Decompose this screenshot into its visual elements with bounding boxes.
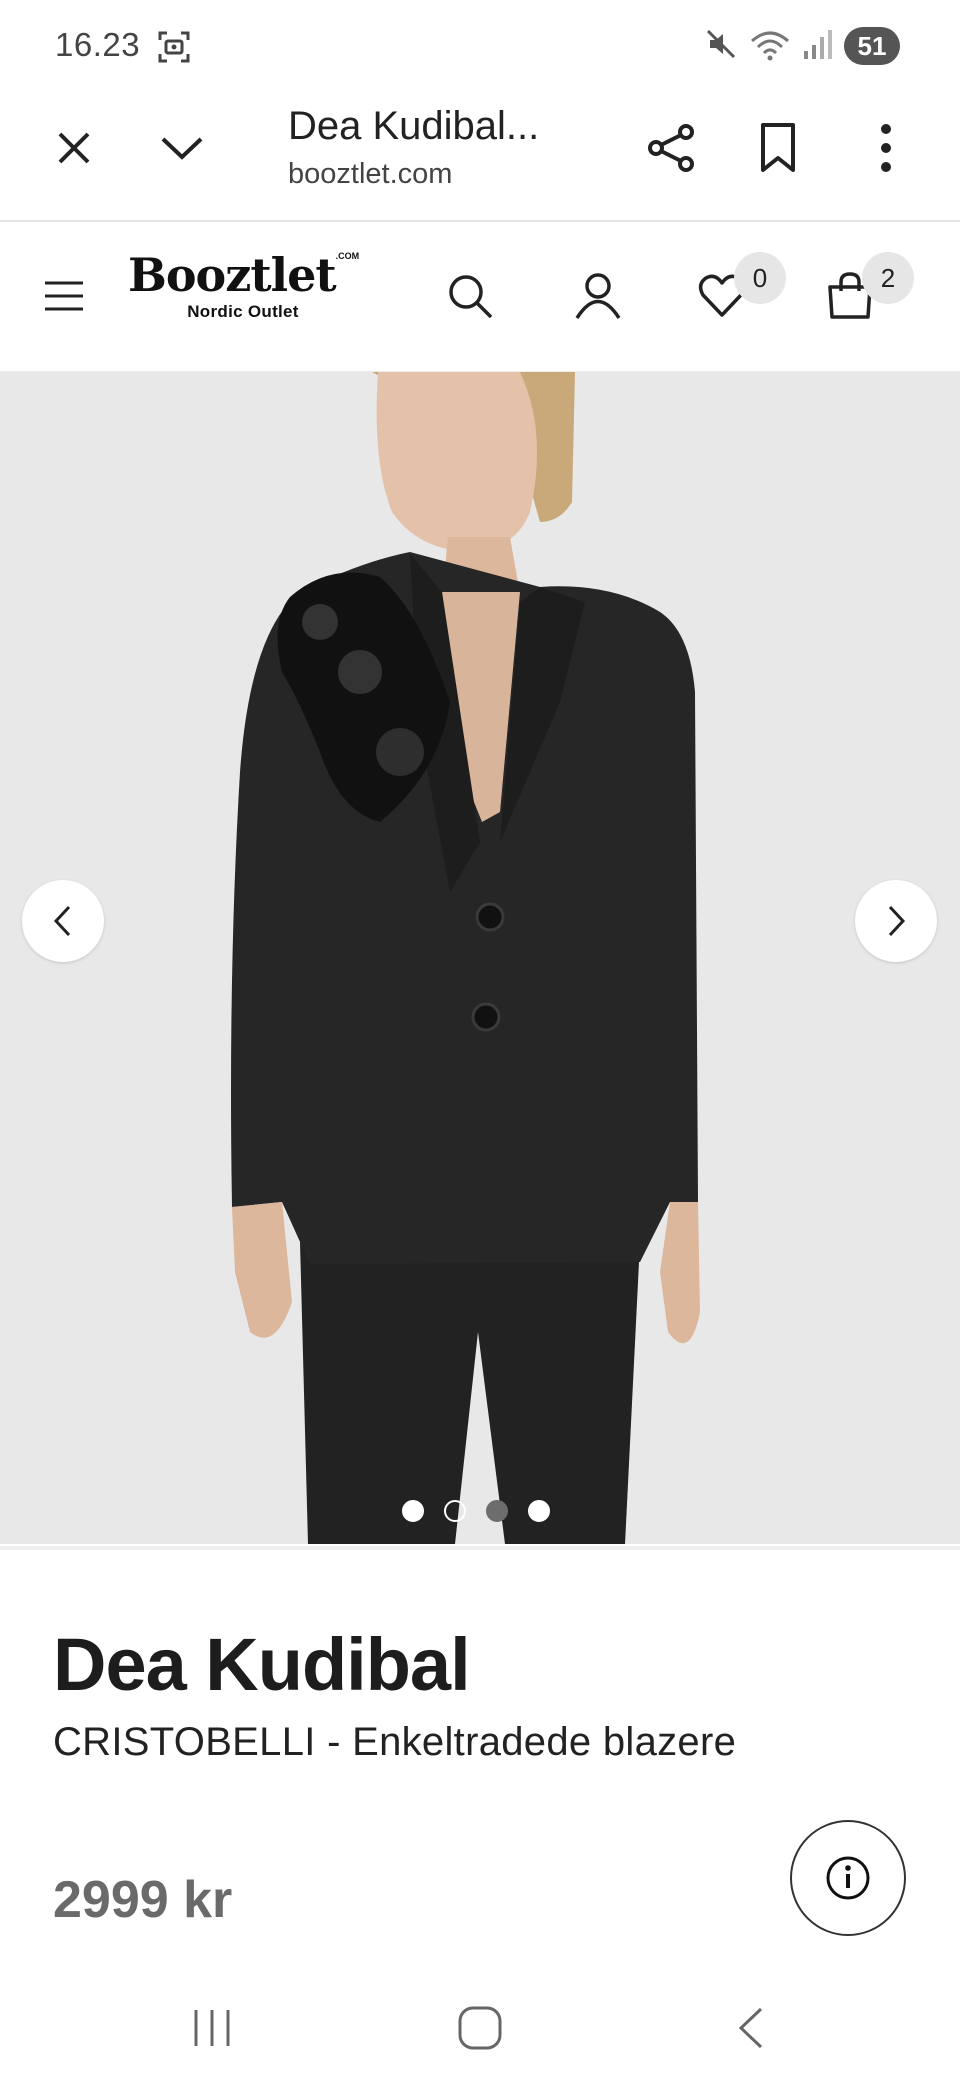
product-gallery[interactable]: [0, 372, 960, 1544]
gallery-prev-button[interactable]: [22, 880, 104, 962]
gallery-pagination: [402, 1500, 550, 1522]
close-icon[interactable]: [44, 118, 104, 178]
search-icon[interactable]: [438, 264, 502, 328]
chevron-right-icon: [888, 905, 906, 937]
logo-wordmark: Booztlet.COM: [128, 248, 360, 302]
info-button[interactable]: [790, 1820, 906, 1936]
screenshot-icon: [157, 30, 191, 64]
wishlist-count-badge: 0: [734, 252, 786, 304]
page-title: Dea Kudibal...: [288, 104, 540, 148]
gallery-dot-4[interactable]: [528, 1500, 550, 1522]
browser-title-area[interactable]: Dea Kudibal... booztlet.com: [288, 102, 588, 191]
product-name: CRISTOBELLI - Enkeltradede blazere: [53, 1720, 737, 1764]
battery-indicator: 51: [844, 27, 900, 65]
bookmark-icon[interactable]: [748, 118, 808, 178]
page-url: booztlet.com: [288, 158, 453, 190]
booztlet-logo[interactable]: Booztlet.COM Nordic Outlet: [128, 248, 360, 322]
product-image: [0, 372, 960, 1544]
more-vert-icon[interactable]: [856, 118, 916, 178]
product-brand[interactable]: Dea Kudibal: [53, 1622, 471, 1707]
status-icons: 51: [704, 26, 900, 66]
site-header: Booztlet.COM Nordic Outlet 0 2: [0, 224, 960, 372]
account-icon[interactable]: [566, 264, 630, 328]
share-icon[interactable]: [642, 118, 702, 178]
menu-icon[interactable]: [32, 264, 96, 328]
product-price: 2999 kr: [53, 1871, 233, 1929]
recents-icon[interactable]: [172, 1996, 252, 2060]
system-nav-bar: [0, 1976, 960, 2080]
browser-toolbar: Dea Kudibal... booztlet.com: [0, 96, 960, 222]
status-time: 16.23: [55, 26, 141, 63]
gallery-dot-3[interactable]: [486, 1500, 508, 1522]
cart-count-badge: 2: [862, 252, 914, 304]
chevron-down-icon[interactable]: [152, 118, 212, 178]
info-icon: [826, 1856, 870, 1900]
back-icon[interactable]: [710, 1996, 790, 2060]
logo-com: .COM: [335, 251, 360, 261]
product-info: Dea Kudibal CRISTOBELLI - Enkeltradede b…: [0, 1546, 960, 1976]
mute-icon: [704, 27, 738, 66]
wifi-icon: [750, 27, 790, 66]
gallery-dot-1[interactable]: [402, 1500, 424, 1522]
status-bar: 16.23 51: [0, 0, 960, 96]
gallery-dot-2[interactable]: [444, 1500, 466, 1522]
gallery-next-button[interactable]: [855, 880, 937, 962]
chevron-left-icon: [53, 905, 71, 937]
logo-tagline: Nordic Outlet: [187, 302, 299, 321]
home-icon[interactable]: [440, 1996, 520, 2060]
signal-icon: [802, 27, 832, 66]
